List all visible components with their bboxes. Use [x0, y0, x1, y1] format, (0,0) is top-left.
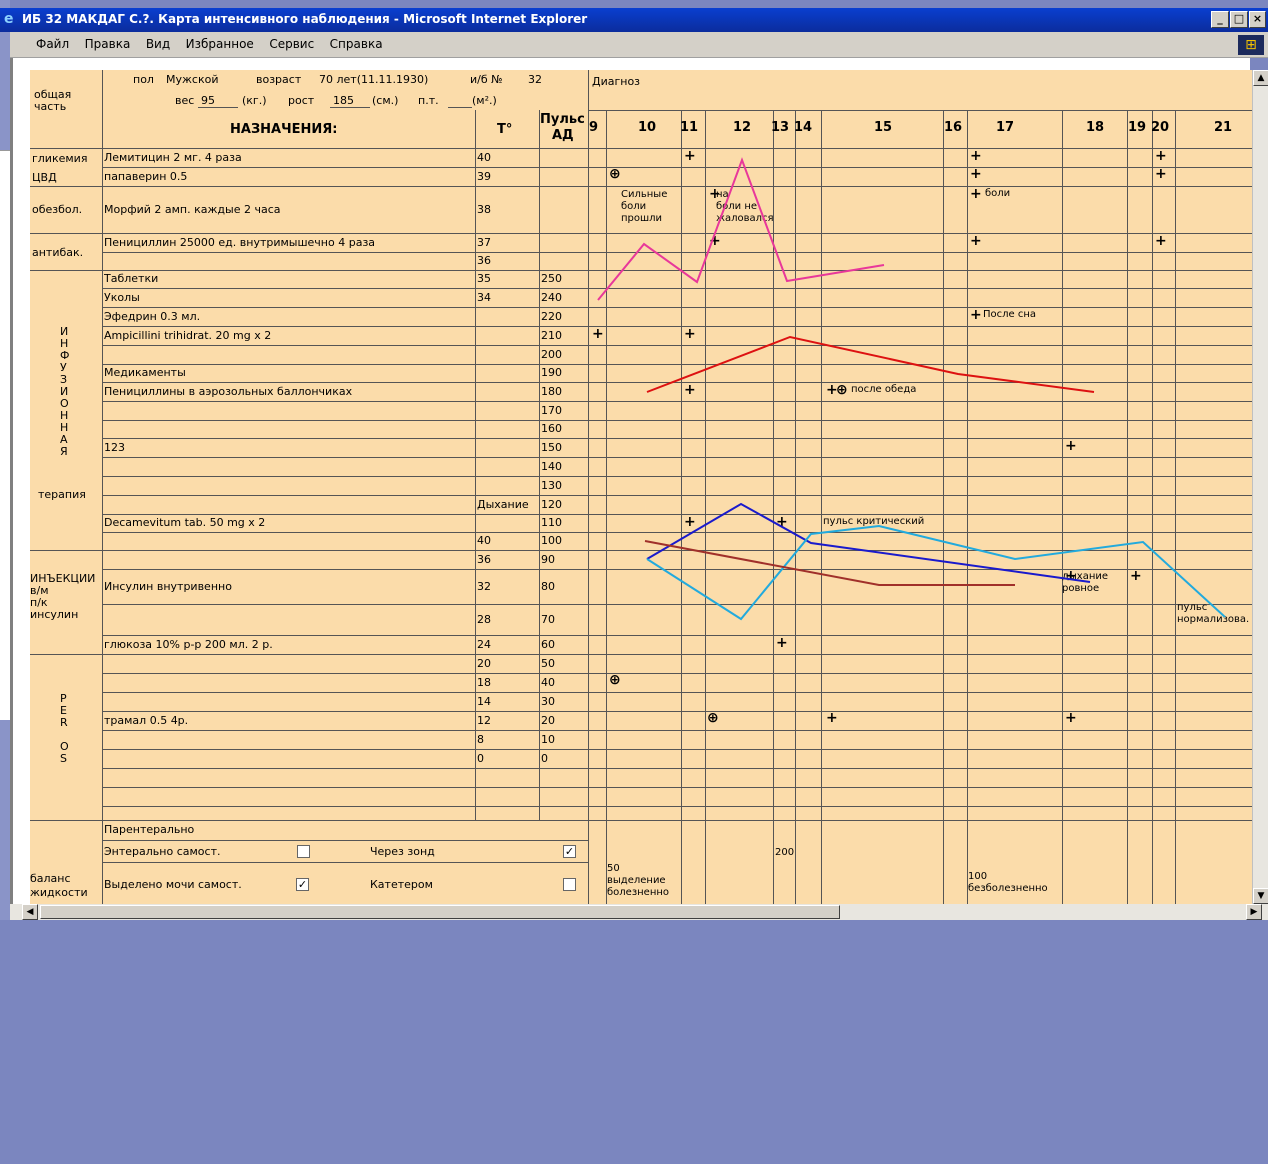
horizontal-scrollbar[interactable]: ◀ ▶	[10, 904, 1268, 920]
menu-favorites[interactable]: Избранное	[180, 32, 260, 51]
blue-triangle-icon	[30, 1066, 40, 1075]
window-title: ИБ 32 МАКДАГ С.?. Карта интенсивного наб…	[22, 12, 588, 26]
hatched-block-0	[30, 1075, 128, 1110]
menu-tools[interactable]: Сервис	[263, 32, 320, 51]
respiration-line	[646, 502, 1091, 583]
close-button[interactable]: ×	[1249, 11, 1266, 28]
window-titlebar: e ИБ 32 МАКДАГ С.?. Карта интенсивного н…	[0, 8, 1268, 32]
windows-logo-icon: ⊞	[1238, 35, 1264, 55]
maximize-button[interactable]: □	[1230, 11, 1248, 28]
scroll-down-arrow-icon[interactable]: ▼	[1253, 888, 1268, 904]
pulse-line	[646, 524, 1226, 621]
hatched-block-2	[30, 1145, 54, 1164]
pressure-line	[646, 335, 1095, 393]
left-panel	[0, 150, 10, 720]
horizontal-scroll-thumb[interactable]	[40, 905, 840, 919]
menu-bar: Файл Правка Вид Избранное Сервис Справка…	[10, 32, 1268, 58]
ie-icon: e	[4, 11, 14, 27]
hatched-block-1	[30, 1110, 54, 1145]
menu-edit[interactable]: Правка	[79, 32, 137, 51]
menu-help[interactable]: Справка	[324, 32, 389, 51]
vertical-scrollbar[interactable]: ▲ ▼	[1252, 70, 1268, 904]
menu-view[interactable]: Вид	[140, 32, 176, 51]
header-row	[30, 944, 516, 982]
temperature-line	[597, 157, 885, 301]
scroll-left-arrow-icon[interactable]: ◀	[22, 904, 38, 920]
chart-lines	[597, 157, 1226, 621]
scroll-up-arrow-icon[interactable]: ▲	[1253, 70, 1268, 86]
minimize-button[interactable]: _	[1211, 11, 1229, 28]
balance-area	[30, 982, 516, 1066]
scroll-right-arrow-icon[interactable]: ▶	[1246, 904, 1262, 920]
observation-chart: общая часть пол Мужской возраст 70 лет(11.11.…	[30, 70, 1252, 904]
menu-file[interactable]: Файл	[30, 32, 75, 51]
